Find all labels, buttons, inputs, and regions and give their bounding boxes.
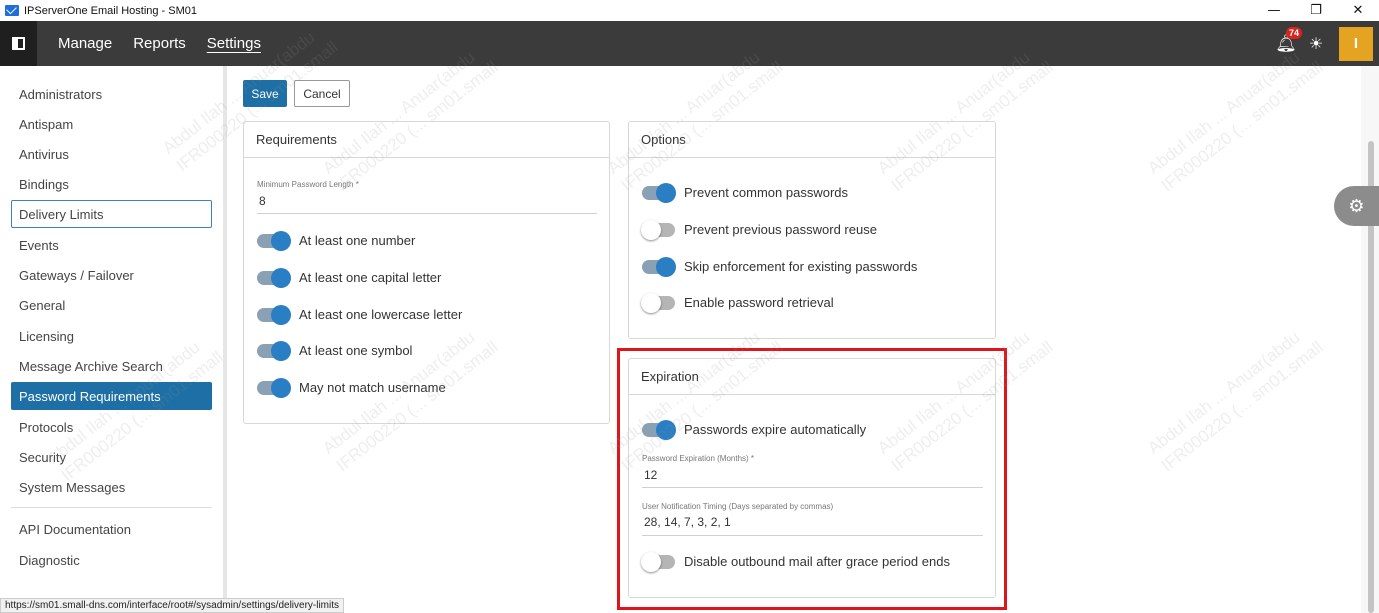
settings-sidebar: Administrators Antispam Antivirus Bindin…: [0, 66, 227, 613]
toggle-row-password-retrieval[interactable]: Enable password retrieval: [641, 292, 834, 313]
toggle-label: At least one capital letter: [299, 270, 442, 285]
window-title: IPServerOne Email Hosting - SM01: [24, 4, 198, 17]
toggle-knob: [641, 219, 661, 240]
toggle-label: May not match username: [299, 380, 446, 395]
save-button[interactable]: Save: [243, 80, 287, 107]
mail-app-icon: [5, 5, 19, 16]
toggle-switch[interactable]: [257, 377, 291, 398]
min-length-input[interactable]: 8: [259, 194, 266, 208]
toggle-knob: [271, 304, 291, 325]
toggle-row-lowercase-letter[interactable]: At least one lowercase letter: [257, 304, 463, 325]
toggle-row-skip-enforcement[interactable]: Skip enforcement for existing passwords: [642, 256, 918, 277]
sidebar-item-api-documentation[interactable]: API Documentation: [11, 515, 212, 543]
toggle-knob: [271, 340, 291, 361]
toggle-switch[interactable]: [257, 304, 291, 325]
toggle-switch[interactable]: [642, 182, 676, 203]
expiration-highlight-box: [617, 348, 1007, 610]
toggle-row-capital-letter[interactable]: At least one capital letter: [257, 267, 442, 288]
sun-icon: ☀: [1308, 35, 1324, 53]
toggle-label: Skip enforcement for existing passwords: [684, 259, 918, 274]
cancel-button[interactable]: Cancel: [294, 80, 350, 107]
main-content: Save Cancel Requirements Minimum Passwor…: [44, 28, 1361, 613]
toggle-row-symbol[interactable]: At least one symbol: [257, 340, 413, 361]
toggle-row-common-passwords[interactable]: Prevent common passwords: [642, 182, 849, 203]
top-nav-bar: Manage Reports Settings 🔔︎ 74 ☀ I: [0, 21, 1379, 66]
notification-badge: 74: [1286, 27, 1303, 39]
requirements-card-title: Requirements: [244, 122, 609, 158]
toggle-knob: [656, 182, 676, 203]
sidebar-item-antivirus[interactable]: Antivirus: [11, 140, 212, 168]
sidebar-toggle-icon: [12, 37, 25, 50]
toggle-knob: [271, 230, 291, 251]
nav-settings[interactable]: Settings: [207, 35, 261, 52]
toggle-knob: [271, 267, 291, 288]
toggle-label: At least one symbol: [299, 343, 413, 358]
sidebar-toggle-button[interactable]: [0, 21, 37, 66]
sidebar-item-antispam[interactable]: Antispam: [11, 110, 212, 138]
sidebar-item-message-archive-search[interactable]: Message Archive Search: [11, 352, 212, 380]
toggle-switch[interactable]: [641, 292, 675, 313]
toggle-label: At least one lowercase letter: [299, 307, 463, 322]
sidebar-item-gateways-failover[interactable]: Gateways / Failover: [11, 261, 212, 289]
nav-manage[interactable]: Manage: [58, 35, 112, 52]
sidebar-item-administrators[interactable]: Administrators: [11, 80, 212, 108]
sidebar-item-system-messages[interactable]: System Messages: [11, 473, 212, 501]
close-button[interactable]: ✕: [1337, 0, 1379, 21]
min-length-label: Minimum Password Length *: [257, 180, 359, 189]
page-scrollbar[interactable]: [1361, 66, 1379, 613]
toggle-row-username[interactable]: May not match username: [257, 377, 446, 398]
toggle-label: Enable password retrieval: [684, 295, 834, 310]
watermark: Abdul Ilah ... Anuar(abdu IFR000220 (...…: [1144, 327, 1327, 476]
status-bar-url: https://sm01.small-dns.com/interface/roo…: [0, 598, 345, 613]
toggle-knob: [271, 377, 291, 398]
min-length-underline: [257, 213, 597, 214]
sidebar-item-password-requirements[interactable]: Password Requirements: [11, 382, 212, 410]
options-card-title: Options: [629, 122, 995, 158]
sidebar-item-events[interactable]: Events: [11, 231, 212, 259]
sidebar-item-bindings[interactable]: Bindings: [11, 170, 212, 198]
minimize-button[interactable]: —: [1253, 0, 1295, 21]
nav-reports[interactable]: Reports: [133, 35, 186, 52]
sidebar-item-licensing[interactable]: Licensing: [11, 322, 212, 350]
toggle-knob: [656, 256, 676, 277]
toggle-row-password-reuse[interactable]: Prevent previous password reuse: [641, 219, 877, 240]
sidebar-item-delivery-limits[interactable]: Delivery Limits: [11, 200, 212, 228]
requirements-card: Requirements Minimum Password Length * 8…: [243, 121, 610, 424]
maximize-button[interactable]: ❐: [1295, 0, 1337, 21]
sidebar-item-security[interactable]: Security: [11, 443, 212, 471]
toggle-row-number[interactable]: At least one number: [257, 230, 416, 251]
sidebar-item-protocols[interactable]: Protocols: [11, 413, 212, 441]
page-settings-button[interactable]: ⚙: [1334, 186, 1379, 226]
toggle-switch[interactable]: [642, 256, 676, 277]
gear-icon: ⚙: [1348, 195, 1365, 217]
toggle-switch[interactable]: [641, 219, 675, 240]
toggle-label: Prevent common passwords: [684, 185, 849, 200]
sidebar-item-general[interactable]: General: [11, 291, 212, 319]
window-controls: — ❐ ✕: [1253, 0, 1379, 21]
toggle-switch[interactable]: [257, 340, 291, 361]
toggle-knob: [641, 292, 661, 313]
options-card: Options Prevent common passwords Prevent…: [628, 121, 996, 339]
toggle-switch[interactable]: [257, 230, 291, 251]
user-avatar[interactable]: I: [1339, 26, 1373, 61]
sidebar-divider: [11, 507, 212, 508]
nav-right-group: 🔔︎ 74 ☀ I: [1271, 21, 1379, 66]
theme-toggle-button[interactable]: ☀: [1301, 21, 1331, 66]
window-titlebar: IPServerOne Email Hosting - SM01 — ❐ ✕: [0, 0, 1379, 21]
sidebar-item-diagnostic[interactable]: Diagnostic: [11, 546, 212, 574]
notifications-button[interactable]: 🔔︎ 74: [1271, 21, 1303, 66]
toggle-label: At least one number: [299, 233, 416, 248]
toggle-label: Prevent previous password reuse: [684, 222, 877, 237]
toggle-switch[interactable]: [257, 267, 291, 288]
